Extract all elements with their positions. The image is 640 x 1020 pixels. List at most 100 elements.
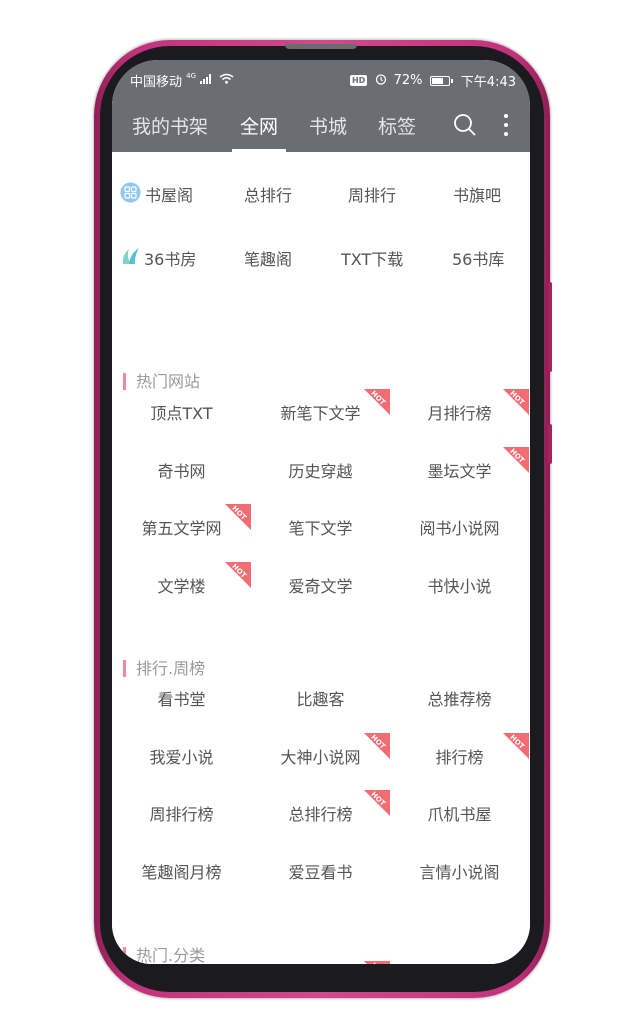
grid-link-label: 言情小说阁 bbox=[419, 862, 500, 882]
hot-badge-label: HOT bbox=[367, 961, 388, 964]
volume-button bbox=[548, 282, 552, 372]
clock-time: 下午4:43 bbox=[460, 75, 516, 90]
hot-badge-label: HOT bbox=[369, 790, 387, 808]
tab-bookshelf[interactable]: 我的书架 bbox=[132, 112, 208, 139]
site-link-total-rank[interactable]: 总排行 bbox=[244, 179, 292, 209]
site-row-2: 36书房 笔趣阁 TXT下载 56书库 bbox=[112, 243, 530, 273]
hot-badge-label: HOT bbox=[508, 732, 526, 751]
hot-badge-icon: HOT bbox=[364, 961, 390, 964]
grid-link-item[interactable]: 笔下文学 bbox=[251, 504, 390, 548]
grid-link-label: 历史穿越 bbox=[288, 461, 353, 481]
site-link-weekly-rank[interactable]: 周排行 bbox=[348, 179, 396, 209]
grid-link-item[interactable]: 文学楼 HOT bbox=[112, 561, 251, 606]
network-label: 4G bbox=[186, 71, 197, 80]
wifi-icon bbox=[219, 73, 234, 88]
top-nav-bar: 我的书架 全网 书城 标签 bbox=[112, 98, 530, 152]
alarm-icon bbox=[375, 73, 387, 89]
grid-link-item[interactable]: 总推荐榜 bbox=[390, 675, 529, 719]
grid-link-label: 阅书小说网 bbox=[419, 519, 500, 538]
hot-badge-icon: HOT bbox=[503, 389, 529, 415]
grid-link-item[interactable]: 奇书网 bbox=[112, 447, 251, 491]
grid-link-item[interactable]: 排行榜 HOT bbox=[390, 732, 529, 777]
tab-tags[interactable]: 标签 bbox=[378, 112, 416, 139]
grid-link-item[interactable]: 玄幻奇幻 bbox=[112, 961, 251, 964]
hot-badge-icon: HOT bbox=[503, 732, 529, 759]
grid-link-label: 看书堂 bbox=[157, 690, 206, 709]
section-accent-bar bbox=[123, 373, 126, 390]
grid-link-label: 比趣客 bbox=[296, 690, 345, 709]
search-icon[interactable] bbox=[453, 113, 477, 141]
grid-link-label: 周排行榜 bbox=[149, 805, 214, 824]
carrier-label: 中国移动 bbox=[130, 75, 183, 90]
grid-link-label: 奇书网 bbox=[157, 461, 206, 481]
grid-link-item[interactable]: 比趣客 bbox=[251, 675, 390, 719]
grid-link-label: 书快小说 bbox=[427, 576, 492, 596]
grid-link-label: 我爱小说 bbox=[149, 747, 214, 767]
status-left: 中国移动 4G bbox=[130, 71, 234, 90]
hot-badge-label: HOT bbox=[230, 561, 248, 580]
grid-link-item[interactable]: 历史穿越 bbox=[251, 447, 390, 491]
grid-link-item[interactable]: 书快小说 bbox=[390, 562, 529, 606]
more-vertical-icon[interactable] bbox=[502, 113, 510, 141]
grid-link-item[interactable]: 顶点TXT bbox=[112, 389, 251, 433]
hot-badge-icon: HOT bbox=[225, 504, 251, 530]
status-right: HD 72% 下午4:43 bbox=[349, 71, 516, 90]
grid-link-item[interactable]: 爪机书屋 bbox=[390, 790, 529, 834]
tab-bookstore[interactable]: 书城 bbox=[309, 112, 347, 139]
grid-link-label: 顶点TXT bbox=[150, 404, 213, 423]
grid-link-item[interactable]: 总排行榜 HOT bbox=[251, 790, 390, 834]
grid-link-item[interactable]: 历史军事 bbox=[390, 961, 529, 964]
status-bar: 中国移动 4G HD 72% 下午4:43 bbox=[112, 60, 530, 98]
battery-icon bbox=[429, 75, 453, 86]
site-label: 书屋阁 bbox=[145, 186, 194, 205]
grid-link-label: 笔下文学 bbox=[288, 519, 353, 538]
grid-link-item[interactable]: 阅书小说网 bbox=[390, 504, 529, 548]
grid-link-item[interactable]: 言情小说阁 bbox=[390, 848, 529, 892]
grid-link-label: 爱奇文学 bbox=[288, 576, 353, 596]
power-button bbox=[548, 424, 552, 464]
grid-link-item[interactable]: 爱豆看书 bbox=[251, 848, 390, 892]
hot-badge-label: HOT bbox=[369, 389, 387, 407]
grid-link-label: 笔趣阁月榜 bbox=[141, 862, 222, 882]
tab-all-web[interactable]: 全网 bbox=[240, 112, 278, 139]
grid-link-label: 爱豆看书 bbox=[288, 862, 353, 882]
hot-badge-label: HOT bbox=[369, 732, 387, 751]
36shufang-logo-icon bbox=[120, 245, 142, 271]
hd-badge: HD bbox=[349, 75, 368, 86]
site-link-shuqiba[interactable]: 书旗吧 bbox=[453, 179, 501, 209]
grid-link-item[interactable]: 笔趣阁月榜 bbox=[112, 848, 251, 892]
hot-badge-label: HOT bbox=[508, 389, 526, 407]
site-link-shuwuge[interactable]: 书屋阁 bbox=[120, 179, 193, 209]
grid-link-item[interactable]: 新笔下文学 HOT bbox=[251, 389, 390, 433]
grid-link-item[interactable]: 墨坛文学 HOT bbox=[390, 446, 529, 491]
site-link-txt-download[interactable]: TXT下载 bbox=[341, 243, 403, 273]
section-header-hot-sites: 热门网站 bbox=[123, 368, 200, 391]
site-label: 36书房 bbox=[144, 250, 197, 269]
grid-link-item[interactable]: 周排行榜 bbox=[112, 790, 251, 834]
site-link-36shufang[interactable]: 36书房 bbox=[120, 243, 196, 273]
grid-link-item[interactable]: 爱奇文学 bbox=[251, 562, 390, 606]
section-header-weekly-rank: 排行.周榜 bbox=[123, 655, 205, 678]
hot-badge-icon: HOT bbox=[225, 561, 251, 588]
phone-speaker-notch bbox=[285, 44, 357, 49]
battery-percent: 72% bbox=[393, 73, 423, 88]
grid-link-item[interactable]: 都市言情HOT bbox=[251, 961, 390, 964]
section-header-hot-categories: 热门.分类 bbox=[123, 942, 205, 964]
signal-icon bbox=[200, 73, 212, 88]
grid-link-item[interactable]: 月排行榜 HOT bbox=[390, 389, 529, 433]
shuwuge-logo-icon bbox=[120, 182, 141, 207]
hot-badge-icon: HOT bbox=[364, 732, 390, 759]
grid-link-item[interactable]: 看书堂 bbox=[112, 675, 251, 719]
site-row-1: 书屋阁 总排行 周排行 书旗吧 bbox=[112, 179, 530, 209]
site-link-biquge[interactable]: 笔趣阁 bbox=[244, 243, 292, 273]
grid-link-item[interactable]: 我爱小说 bbox=[112, 733, 251, 777]
grid-link-label: 总推荐榜 bbox=[427, 690, 492, 709]
hot-badge-label: HOT bbox=[508, 446, 526, 465]
hot-badge-icon: HOT bbox=[364, 389, 390, 415]
grid-link-item[interactable]: 大神小说网 HOT bbox=[251, 732, 390, 777]
site-link-56shuku[interactable]: 56书库 bbox=[452, 243, 504, 273]
content-area: 书屋阁 总排行 周排行 书旗吧 36书房 笔趣阁 TXT下载 56书库 热门网站… bbox=[112, 152, 530, 964]
hot-badge-label: HOT bbox=[230, 504, 248, 522]
hot-badge-icon: HOT bbox=[503, 446, 529, 473]
grid-link-item[interactable]: 第五文学网 HOT bbox=[112, 504, 251, 548]
